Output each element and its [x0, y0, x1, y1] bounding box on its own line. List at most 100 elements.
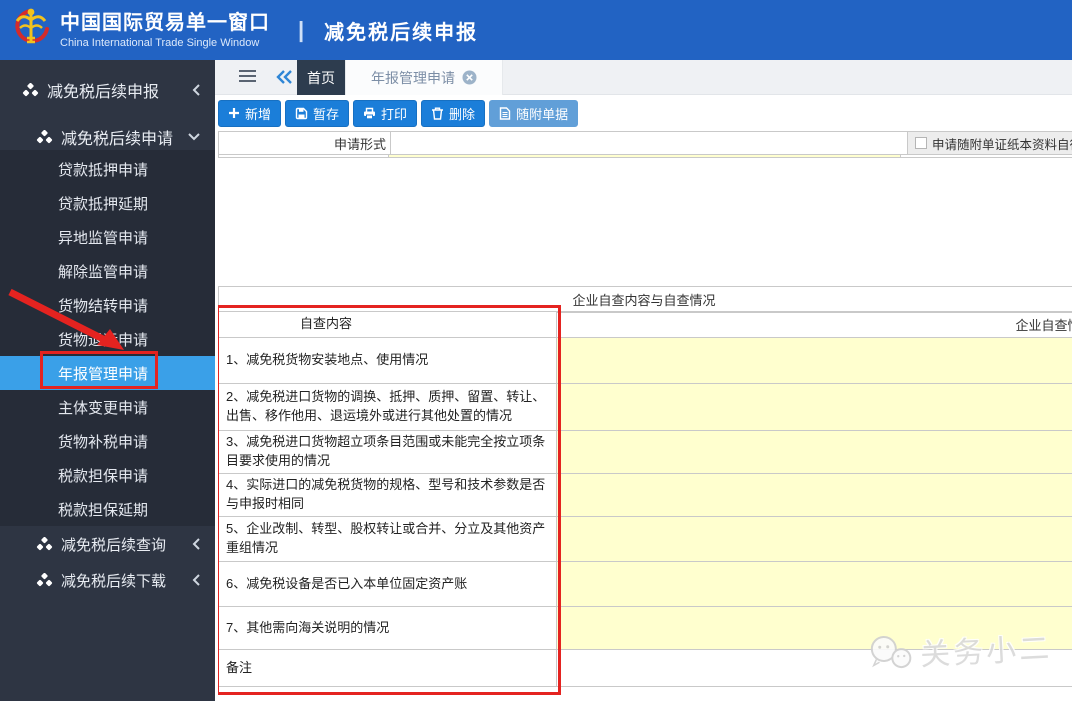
sidebar-item[interactable]: 主体变更申请: [0, 390, 215, 424]
sidebar-item-annual-report-active[interactable]: 年报管理申请: [0, 356, 215, 390]
tab-annual-report[interactable]: 年报管理申请: [345, 60, 503, 95]
customs-emblem-icon: [10, 5, 52, 56]
brand-title-en: China International Trade Single Window: [60, 37, 270, 49]
self-check-content-cell: 7、其他需向海关说明的情况: [218, 606, 557, 650]
self-check-row: 3、减免税进口货物超立项条目范围或未能完全按立项条目要求使用的情况: [218, 430, 1072, 474]
chevron: [187, 132, 201, 142]
self-check-content-cell: 4、实际进口的减免税货物的规格、型号和技术参数是否与申报时相同: [218, 473, 557, 517]
toolbar-button-trash[interactable]: 删除: [421, 100, 485, 127]
self-check-table: 自查内容 企业自查情况 1、减免税货物安装地点、使用情况2、减免税进口货物的调换…: [218, 312, 1072, 687]
self-check-section-header: 企业自查内容与自查情况: [218, 286, 1072, 313]
self-check-row: 6、减免税设备是否已入本单位固定资产账: [218, 561, 1072, 607]
chevron: [191, 573, 201, 587]
self-check-row: 2、减免税进口货物的调换、抵押、质押、留置、转让、出售、移作他用、退运境外或进行…: [218, 383, 1072, 431]
menu-icon[interactable]: [239, 70, 256, 84]
sidebar-item[interactable]: 贷款抵押延期: [0, 186, 215, 220]
button-label: 删除: [449, 104, 475, 123]
self-check-status-cell[interactable]: [556, 430, 1072, 474]
button-label: 打印: [381, 104, 407, 123]
self-check-content-cell: 5、企业改制、转型、股权转让或合并、分立及其他资产重组情况: [218, 516, 557, 562]
col-header-content: 自查内容: [218, 311, 557, 338]
save-icon: [295, 107, 308, 120]
page-title: 减免税后续申报: [324, 16, 478, 45]
cubes-icon: [36, 537, 53, 552]
self-check-content-cell: 2、减免税进口货物的调换、抵押、质押、留置、转让、出售、移作他用、退运境外或进行…: [218, 383, 557, 431]
sidebar-group-label: 减免税后续下载: [61, 570, 166, 591]
button-label: 新增: [245, 104, 271, 123]
sidebar-item-follow-up-declare[interactable]: 减免税后续申报: [0, 66, 215, 114]
sidebar-item[interactable]: 异地监管申请: [0, 220, 215, 254]
application-form-label: 申请形式: [218, 131, 391, 155]
sidebar-item[interactable]: 货物退运申请: [0, 322, 215, 356]
chevron-left-icon: [191, 83, 201, 97]
sidebar: 减免税后续申报减免税后续申请贷款抵押申请贷款抵押延期异地监管申请解除监管申请货物…: [0, 60, 215, 701]
top-banner: 中国国际贸易单一窗口 China International Trade Sin…: [0, 0, 1072, 60]
toolbar-button-plus[interactable]: 新增: [218, 100, 281, 127]
toolbar-button-print[interactable]: 打印: [353, 100, 417, 127]
self-check-status-cell[interactable]: [556, 473, 1072, 517]
trash-icon: [431, 107, 444, 120]
document-icon: [499, 107, 511, 120]
paper-docs-checkbox[interactable]: [915, 137, 927, 149]
main-content: 首页 年报管理申请 新增暂存打印删除随附单据 操作员: [215, 60, 1072, 701]
tab-bar: 首页 年报管理申请: [215, 60, 1072, 95]
self-check-status-cell[interactable]: [556, 337, 1072, 384]
paper-docs-checkbox-label: 申请随附单证纸本资料自行保管: [932, 134, 1072, 153]
self-check-content-cell: 1、减免税货物安装地点、使用情况: [218, 337, 557, 384]
brand-block: 中国国际贸易单一窗口 China International Trade Sin…: [60, 11, 270, 49]
self-check-row: 1、减免税货物安装地点、使用情况: [218, 337, 1072, 384]
chevron-left-icon: [191, 537, 201, 551]
sidebar-group-label: 减免税后续查询: [61, 534, 166, 555]
self-check-row: 备注: [218, 649, 1072, 687]
self-check-header-row: 自查内容 企业自查情况: [218, 311, 1072, 338]
title-divider: |: [298, 17, 304, 43]
form-area: 操作员 海关十位编码 操作单位名称 申: [218, 131, 1072, 701]
self-check-table-body: 1、减免税货物安装地点、使用情况2、减免税进口货物的调换、抵押、质押、留置、转让…: [218, 337, 1072, 687]
sidebar-item[interactable]: 货物补税申请: [0, 424, 215, 458]
sidebar-group-label: 减免税后续申请: [61, 125, 173, 149]
self-check-row: 5、企业改制、转型、股权转让或合并、分立及其他资产重组情况: [218, 516, 1072, 562]
close-icon[interactable]: [462, 70, 477, 85]
tab-home[interactable]: 首页: [297, 60, 345, 95]
self-check-status-cell[interactable]: [556, 606, 1072, 650]
toolbar-button-document[interactable]: 随附单据: [489, 100, 578, 127]
sidebar-item[interactable]: 税款担保申请: [0, 458, 215, 492]
col-header-status: 企业自查情况: [556, 311, 1072, 338]
tab-label: 年报管理申请: [371, 68, 455, 88]
app-window: 中国国际贸易单一窗口 China International Trade Sin…: [0, 0, 1072, 701]
toolbar: 新增 暂存 打印 删除 随附单据: [215, 95, 1072, 131]
sidebar-item[interactable]: 货物结转申请: [0, 288, 215, 322]
cubes-icon: [36, 573, 53, 588]
button-label: 暂存: [313, 104, 339, 123]
self-check-content-cell: 3、减免税进口货物超立项条目范围或未能完全按立项条目要求使用的情况: [218, 430, 557, 474]
chevron-left-icon: [191, 573, 201, 587]
sidebar-item[interactable]: 贷款抵押申请: [0, 152, 215, 186]
sidebar-submenu: 贷款抵押申请贷款抵押延期异地监管申请解除监管申请货物结转申请货物退运申请年报管理…: [0, 150, 215, 526]
sidebar-group-item[interactable]: 减免税后续查询: [0, 526, 215, 562]
chevron-down-icon: [187, 132, 201, 142]
self-check-row: 4、实际进口的减免税货物的规格、型号和技术参数是否与申报时相同: [218, 473, 1072, 517]
toolbar-button-save[interactable]: 暂存: [285, 100, 349, 127]
paper-docs-checkbox-field: 申请随附单证纸本资料自行保管: [907, 131, 1072, 155]
self-check-row: 7、其他需向海关说明的情况: [218, 606, 1072, 650]
self-check-status-cell[interactable]: [556, 649, 1072, 687]
sidebar-group-follow-up-apply[interactable]: 减免税后续申请: [0, 122, 215, 152]
sidebar-item[interactable]: 解除监管申请: [0, 254, 215, 288]
brand-title-cn: 中国国际贸易单一窗口: [60, 11, 270, 35]
self-check-status-cell[interactable]: [556, 561, 1072, 607]
sidebar-group-item[interactable]: 减免税后续下载: [0, 562, 215, 598]
cubes-icon: [36, 130, 53, 145]
double-chevron-left-icon[interactable]: [275, 69, 293, 90]
self-check-status-cell[interactable]: [556, 516, 1072, 562]
button-label: 随附单据: [516, 104, 568, 123]
self-check-content-cell: 备注: [218, 649, 557, 687]
chevron: [191, 83, 201, 97]
self-check-content-cell: 6、减免税设备是否已入本单位固定资产账: [218, 561, 557, 607]
print-icon: [363, 107, 376, 120]
application-form-input[interactable]: [390, 131, 908, 155]
sidebar-item[interactable]: 税款担保延期: [0, 492, 215, 526]
section-title: 企业自查内容与自查情况: [219, 290, 1069, 309]
cubes-icon: [22, 83, 39, 98]
plus-icon: [228, 107, 240, 119]
self-check-status-cell[interactable]: [556, 383, 1072, 431]
